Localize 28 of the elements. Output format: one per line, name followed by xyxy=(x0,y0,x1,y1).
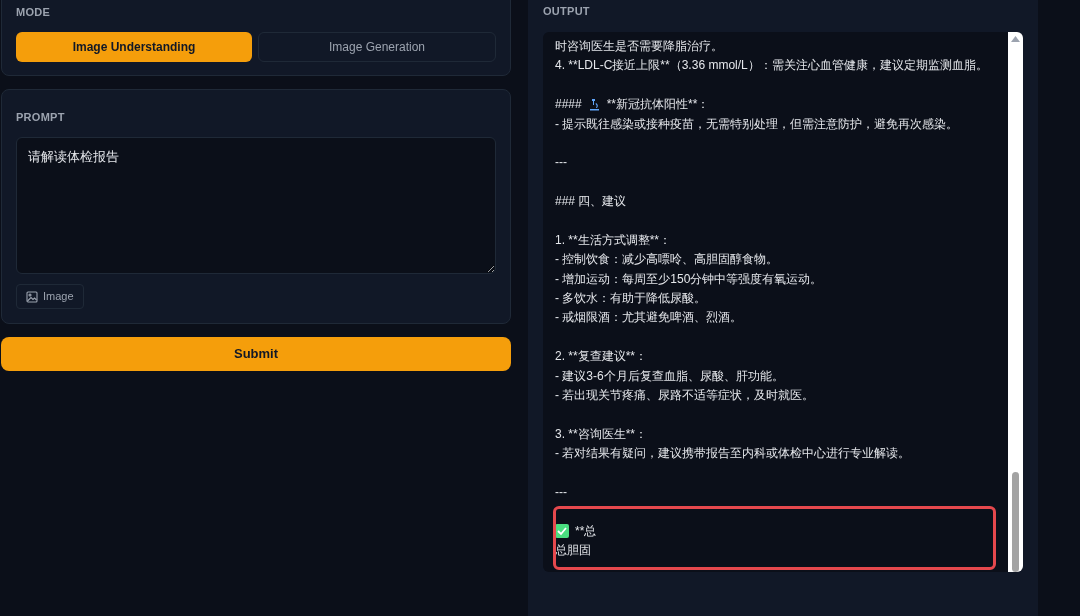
mode-tab[interactable]: Image Generation xyxy=(258,32,496,62)
image-button[interactable]: Image xyxy=(16,284,84,309)
output-text: - 若对结果有疑问，建议携带报告至内科或体检中心进行专业解读。 xyxy=(555,445,911,463)
output-text: **新冠抗体阳性**： xyxy=(606,96,710,114)
output-text: 时咨询医生是否需要降脂治疗。 xyxy=(555,38,723,55)
output-text: - 若出现关节疼痛、尿路不适等症状，及时就医。 xyxy=(555,387,815,405)
output-text: --- xyxy=(555,484,567,501)
output-text: 2. **复查建议**： xyxy=(555,348,648,366)
output-text: 3. **咨询医生**： xyxy=(555,425,648,443)
output-text: - 控制饮食：减少高嘌呤、高胆固醇食物。 xyxy=(555,251,779,269)
output-text: - 多饮水：有助于降低尿酸。 xyxy=(555,290,707,308)
output-text: 4. **LDL-C接近上限**（3.36 mmol/L）：需关注心血管健康，建议定期监测血脂。 xyxy=(555,57,988,75)
output-text: - 戒烟限酒：尤其避免啤酒、烈酒。 xyxy=(555,309,743,327)
output-text: --- xyxy=(555,154,567,172)
output-text: 总胆固 xyxy=(555,542,591,560)
output-text: #### xyxy=(555,96,582,114)
output-text: ### 四、建议 xyxy=(555,193,627,211)
mode-tab[interactable]: Image Understanding xyxy=(16,32,252,62)
output-text: 1. **生活方式调整**： xyxy=(555,231,672,249)
output-text: - 建议3-6个月后复查血脂、尿酸、肝功能。 xyxy=(555,367,784,385)
section-label: PROMPT xyxy=(16,110,66,124)
output-text: - 增加运动：每周至少150分钟中等强度有氧运动。 xyxy=(555,270,823,288)
submit-button[interactable]: Submit xyxy=(1,337,511,371)
section-label: MODE xyxy=(16,5,52,19)
prompt-field[interactable]: 请解读体检报告 xyxy=(16,137,496,274)
section-label: OUTPUT xyxy=(543,4,591,18)
output-text: **总 xyxy=(575,522,597,540)
output-text: - 提示既往感染或接种疫苗，无需特别处理，但需注意防护，避免再次感染。 xyxy=(555,115,959,133)
